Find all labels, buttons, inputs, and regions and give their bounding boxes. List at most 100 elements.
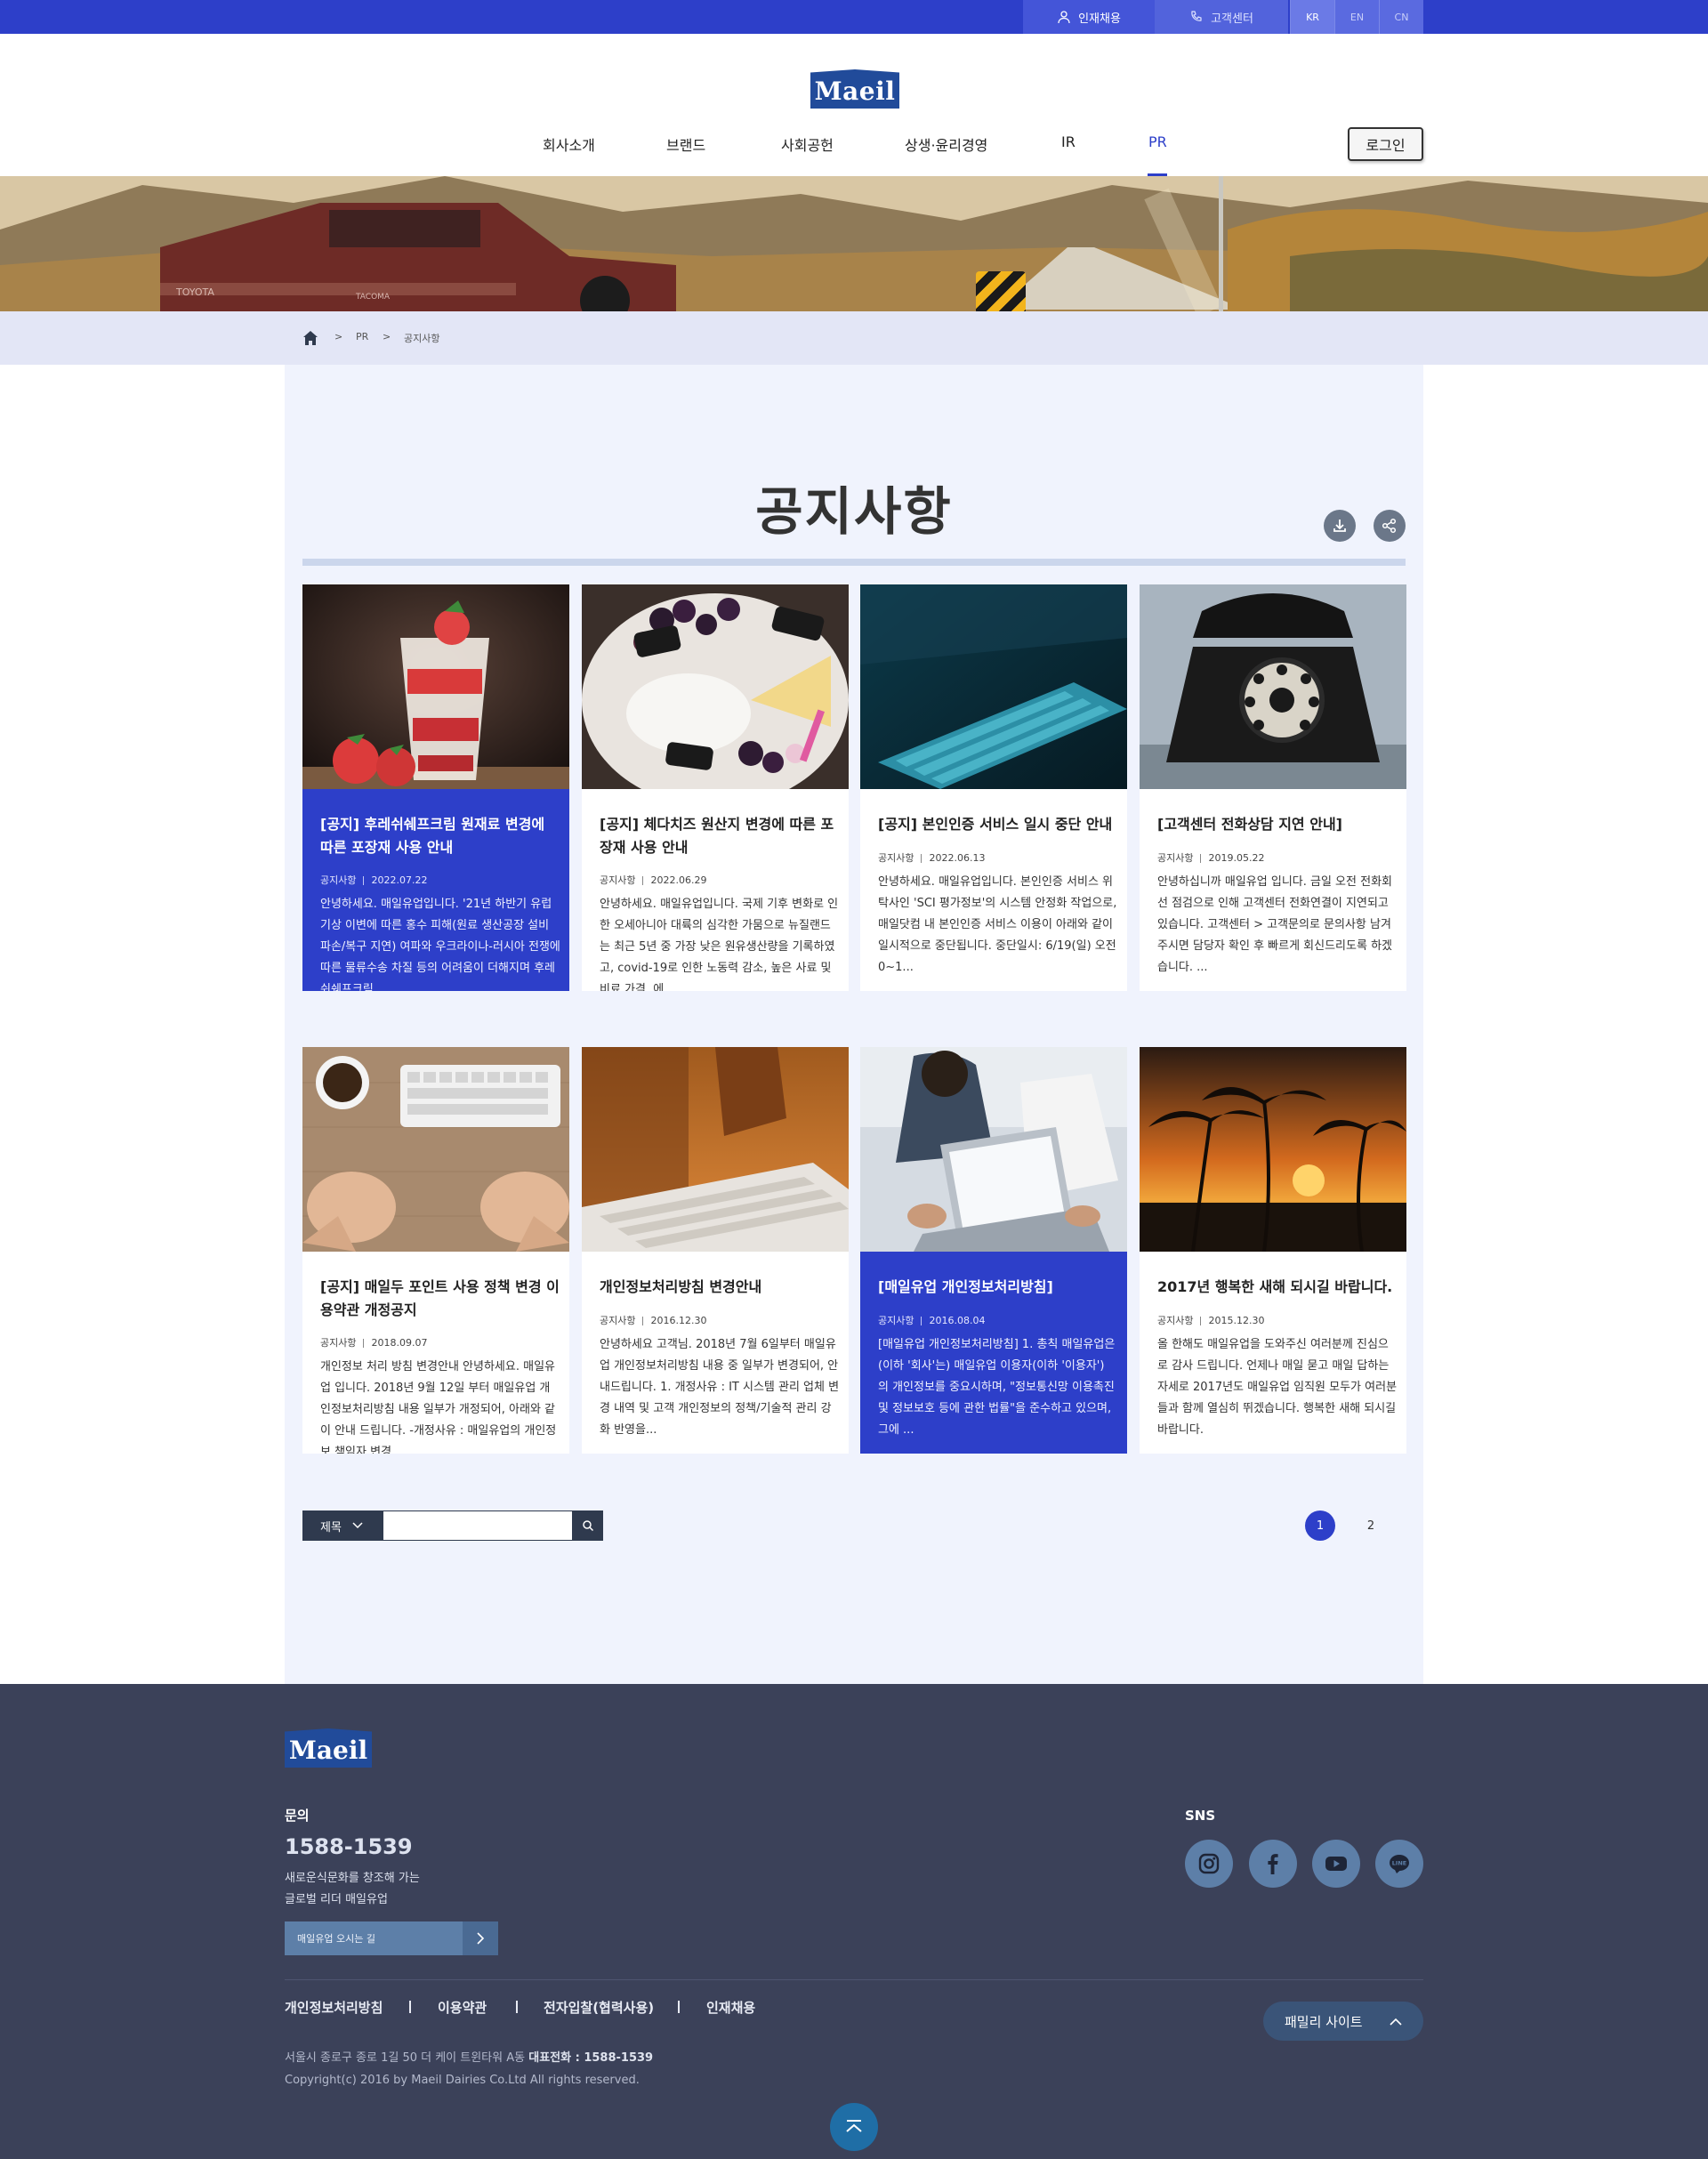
svg-text:LINE: LINE <box>1392 1860 1406 1867</box>
breadcrumb-bar <box>0 311 1708 365</box>
meta-separator <box>363 1339 365 1348</box>
directions-arrow-button[interactable] <box>463 1921 498 1955</box>
recruit-label: 인재채용 <box>1078 12 1121 26</box>
notice-card[interactable]: [공지] 본인인증 서비스 일시 중단 안내 공지사항 2022.06.13 안녕하세… <box>860 584 1127 991</box>
notice-card-date: 2016.08.04 <box>929 1315 986 1326</box>
home-icon[interactable] <box>302 330 318 346</box>
notice-card-title[interactable]: [공지] 체다치즈 원산지 변경에 따른 포장재 사용 안내 <box>600 813 840 859</box>
pagination-page-1[interactable]: 1 <box>1305 1510 1335 1541</box>
customer-center-link[interactable]: 고객센터 <box>1155 0 1288 34</box>
notice-card[interactable]: [매일유업 개인정보처리방침] 공지사항 2016.08.04 [매일유업 개인정보처… <box>860 1047 1127 1454</box>
search-field-label: 제목 <box>320 1520 342 1535</box>
notice-card-title[interactable]: [매일유업 개인정보처리방침] <box>878 1276 1118 1299</box>
nav-ethics[interactable]: 상생·윤리경영 <box>905 133 987 155</box>
phone-icon <box>1191 11 1202 21</box>
facebook-button[interactable] <box>1249 1840 1297 1888</box>
inquiry-phone: 1588-1539 <box>285 1834 413 1859</box>
lang-kr[interactable]: KR <box>1290 0 1334 34</box>
recruit-footer-link[interactable]: 인재채용 <box>706 1998 755 2017</box>
nav-social[interactable]: 사회공헌 <box>781 133 834 155</box>
notice-card-title[interactable]: [공지] 본인인증 서비스 일시 중단 안내 <box>878 813 1118 836</box>
youtube-icon <box>1325 1857 1347 1871</box>
notice-card-image[interactable] <box>302 1047 569 1252</box>
notice-card-date: 2022.06.13 <box>929 852 986 864</box>
nav-ir[interactable]: IR <box>1061 133 1076 155</box>
customer-center-label: 고객센터 <box>1211 12 1253 26</box>
lang-en[interactable]: EN <box>1334 0 1379 34</box>
notice-card-meta: 공지사항 2022.06.29 <box>600 873 706 887</box>
notice-card-meta: 공지사항 2022.07.22 <box>320 873 427 887</box>
e-bidding-link[interactable]: 전자입찰(협력사용) <box>544 1998 654 2017</box>
chevron-down-icon <box>352 1522 363 1529</box>
youtube-button[interactable] <box>1312 1840 1360 1888</box>
rep-phone-text: 대표전화 : 1588-1539 <box>528 2051 654 2065</box>
page: 인재채용 고객센터 KR EN CN Maeil 회사소개 브랜드 사회공헌 상… <box>0 0 1708 2159</box>
notice-card-excerpt: [매일유업 개인정보처리방침] 1. 총칙 매일유업은 (이하 '회사'는) 매… <box>878 1338 1116 1437</box>
svg-text:TOYOTA: TOYOTA <box>175 286 214 298</box>
copyright: Copyright(c) 2016 by Maeil Dairies Co.Lt… <box>285 2074 640 2087</box>
share-button[interactable] <box>1374 510 1406 542</box>
notice-card-title[interactable]: [고객센터 전화상담 지연 안내] <box>1157 813 1398 836</box>
privacy-policy-link[interactable]: 개인정보처리방침 <box>285 1998 383 2017</box>
notice-card[interactable]: 2017년 행복한 새해 되시길 바랍니다. 공지사항 2015.12.30 올 한해… <box>1140 1047 1406 1454</box>
breadcrumb-separator: > <box>383 331 391 342</box>
search-button[interactable] <box>573 1510 603 1541</box>
notice-card[interactable]: [공지] 매일두 포인트 사용 정책 변경 이용약관 개정공지공지사항 2018.… <box>302 1047 569 1454</box>
notice-card[interactable]: [고객센터 전화상담 지연 안내] 공지사항 2019.05.22 안녕하십니까 매일… <box>1140 584 1406 991</box>
notice-card[interactable]: 개인정보처리방침 변경안내 공지사항 2016.12.30 안녕하세요 고객님. 20… <box>582 1047 849 1454</box>
instagram-button[interactable] <box>1185 1840 1233 1888</box>
nav-brand[interactable]: 브랜드 <box>666 133 705 155</box>
notice-card-meta: 공지사항 2018.09.07 <box>320 1335 427 1349</box>
notice-card-date: 2022.07.22 <box>371 874 428 886</box>
recruit-link[interactable]: 인재채용 <box>1023 0 1155 34</box>
road-sign <box>976 271 1026 311</box>
notice-card-image[interactable] <box>860 584 1127 789</box>
line-button[interactable]: LINE <box>1375 1840 1423 1888</box>
nav-pr[interactable]: PR <box>1148 133 1167 155</box>
family-site-select[interactable]: 패밀리 사이트 <box>1263 2002 1423 2041</box>
nav-company[interactable]: 회사소개 <box>543 133 595 155</box>
notice-card-image[interactable] <box>582 584 849 789</box>
notice-card-meta: 공지사항 2022.06.13 <box>878 850 985 865</box>
notice-card-meta: 공지사항 2019.05.22 <box>1157 850 1264 865</box>
notice-card-meta: 공지사항 2015.12.30 <box>1157 1313 1264 1327</box>
notice-card-excerpt: 안녕하세요. 매일유업입니다. 국제 기후 변화로 인한 오세아니아 대륙의 심… <box>600 898 839 991</box>
notice-card-title[interactable]: [공지] 매일두 포인트 사용 정책 변경 이용약관 개정공지 <box>320 1276 560 1322</box>
notice-card[interactable]: [공지] 후레쉬쉐프크림 원재료 변경에 따른 포장재 사용 안내공지사항 202… <box>302 584 569 991</box>
notice-card-category: 공지사항 <box>1157 852 1194 864</box>
top-utility-bar <box>0 0 1708 34</box>
search-field-select[interactable]: 제목 <box>302 1510 383 1541</box>
footer-logo[interactable]: Maeil <box>285 1728 372 1768</box>
notice-card[interactable]: [공지] 체다치즈 원산지 변경에 따른 포장재 사용 안내공지사항 2022.0… <box>582 584 849 991</box>
pagination-page-2[interactable]: 2 <box>1356 1510 1386 1541</box>
footer-link-separator <box>409 2001 411 2013</box>
notice-card-category: 공지사항 <box>320 1337 357 1349</box>
meta-separator <box>642 876 644 885</box>
notice-card-excerpt: 안녕하십니까 매일유업 입니다. 금일 오전 전화회선 점검으로 인해 고객센터… <box>1157 875 1392 974</box>
chevron-up-icon <box>1390 2018 1402 2026</box>
notice-card-image[interactable] <box>1140 1047 1406 1252</box>
notice-card-image[interactable] <box>860 1047 1127 1252</box>
notice-card-title[interactable]: [공지] 후레쉬쉐프크림 원재료 변경에 따른 포장재 사용 안내 <box>320 813 560 859</box>
terms-link[interactable]: 이용약관 <box>438 1998 487 2017</box>
notice-card-meta: 공지사항 2016.08.04 <box>878 1313 985 1327</box>
notice-card-title[interactable]: 개인정보처리방침 변경안내 <box>600 1276 840 1299</box>
instagram-icon <box>1198 1853 1220 1874</box>
notice-card-image[interactable] <box>1140 584 1406 789</box>
breadcrumb-pr[interactable]: PR <box>356 331 368 342</box>
notice-card-title[interactable]: 2017년 행복한 새해 되시길 바랍니다. <box>1157 1276 1398 1299</box>
notice-card-date: 2015.12.30 <box>1208 1315 1265 1326</box>
search-input[interactable] <box>383 1510 573 1541</box>
notice-card-excerpt: 안녕하세요 고객님. 2018년 7월 6일부터 매일유업 개인정보처리방침 내… <box>600 1338 840 1437</box>
chevron-right-icon <box>477 1932 485 1945</box>
maeil-logo[interactable]: Maeil <box>810 69 899 109</box>
meta-separator <box>1200 854 1202 863</box>
download-button[interactable] <box>1324 510 1356 542</box>
breadcrumb-notice[interactable]: 공지사항 <box>404 331 439 345</box>
lang-cn[interactable]: CN <box>1379 0 1423 34</box>
notice-card-image[interactable] <box>302 584 569 789</box>
meta-separator <box>1200 1317 1202 1325</box>
notice-card-image[interactable] <box>582 1047 849 1252</box>
scroll-to-top-button[interactable] <box>830 2103 878 2151</box>
login-button[interactable]: 로그인 <box>1348 127 1423 161</box>
